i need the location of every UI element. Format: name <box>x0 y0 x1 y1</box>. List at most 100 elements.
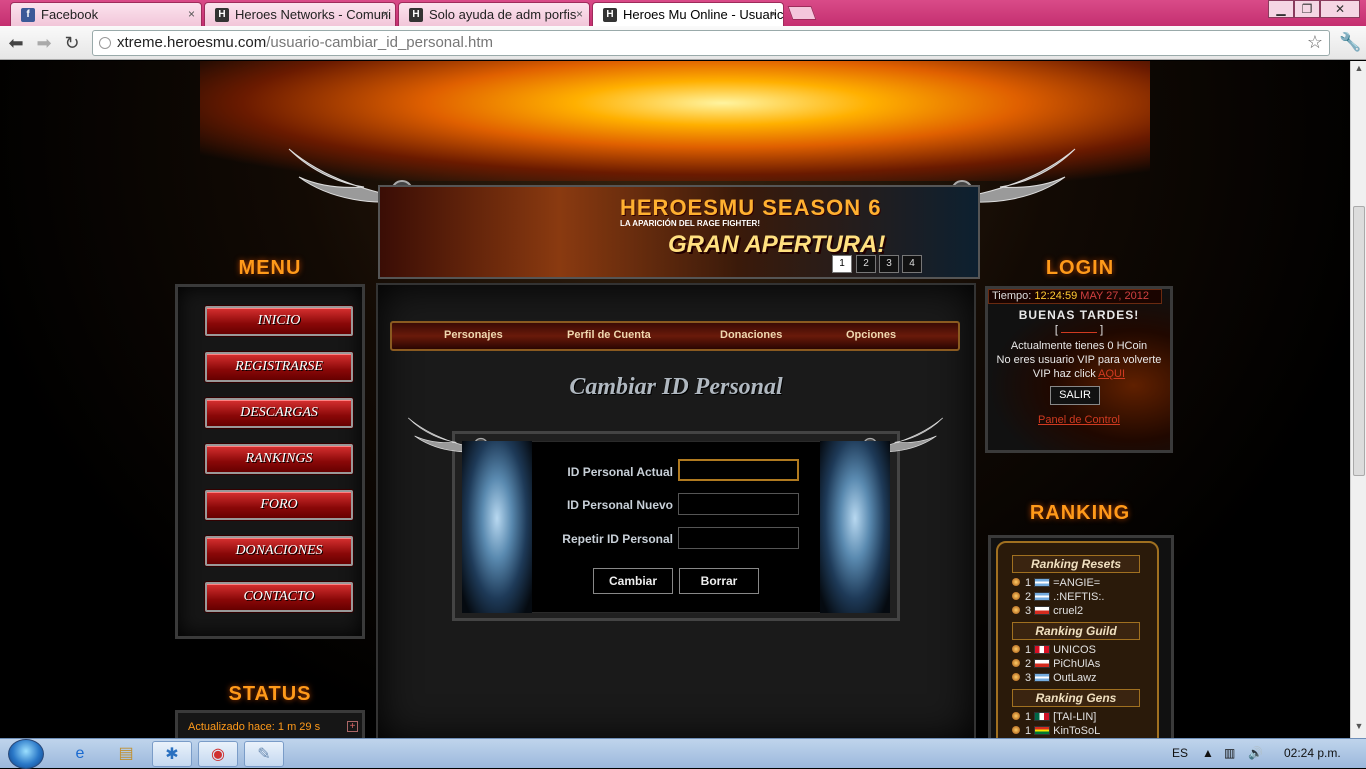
ranking-resets-row[interactable]: 3 cruel2 <box>1012 605 1083 618</box>
ranking-gens-row[interactable]: 1 [TAI-LIN] <box>1012 711 1096 724</box>
banner-headline: GRAN APERTURA! <box>668 231 886 258</box>
vip-aqui-link[interactable]: AQUI <box>1098 368 1125 380</box>
hcoin-text: Actualmente tienes 0 HCoin <box>1010 340 1148 352</box>
tab-facebook[interactable]: f Facebook × <box>10 2 202 26</box>
web-page: HEROESMU SEASON 6 LA APARICIÓN DEL RAGE … <box>0 61 1350 738</box>
status-title: STATUS <box>228 683 312 705</box>
status-updated-text: Actualizado hace: 1 m 29 s <box>188 721 321 733</box>
start-button[interactable] <box>8 739 44 769</box>
forward-arrow-icon[interactable]: ➡ <box>33 32 55 54</box>
flag-chile-icon <box>1034 659 1051 668</box>
windows-taskbar: e ▤ ✱ ◉ ✎ ES ▲ ▥ 🔊 02:24 p.m. <box>0 738 1366 769</box>
current-id-input[interactable] <box>678 459 799 481</box>
banner-page-1[interactable]: 1 <box>832 255 852 273</box>
page-scrollbar[interactable]: ▲ ▼ <box>1350 61 1366 738</box>
scroll-down-icon[interactable]: ▼ <box>1351 721 1366 735</box>
tab-label: Heroes Mu Online - Usuaric <box>623 7 784 22</box>
chrome-icon[interactable]: ◉ <box>198 741 238 767</box>
username-link[interactable] <box>1061 332 1097 333</box>
tab-heroes-networks[interactable]: H Heroes Networks - Comuni × <box>204 2 396 26</box>
ranking-guild-row[interactable]: 2 PiChUlAs <box>1012 658 1100 671</box>
flag-bolivia-icon <box>1034 726 1051 735</box>
menu-inicio-button[interactable]: INICIO <box>205 306 353 336</box>
bullet-icon <box>1012 606 1020 614</box>
cambiar-button[interactable]: Cambiar <box>593 568 673 594</box>
bullet-icon <box>1012 673 1020 681</box>
wrench-menu-icon[interactable]: 🔧 <box>1339 32 1361 53</box>
vip-text-line1: No eres usuario VIP para volverte <box>996 354 1162 366</box>
tab-label: Facebook <box>41 7 99 22</box>
flag-peru-icon <box>1034 645 1051 654</box>
new-id-input[interactable] <box>678 493 799 515</box>
server-time-bar: Tiempo: 12:24:59 MAY 27, 2012 <box>988 289 1162 304</box>
bullet-icon <box>1012 659 1020 667</box>
clock[interactable]: 02:24 p.m. <box>1284 746 1341 760</box>
banner-page-2[interactable]: 2 <box>856 255 876 273</box>
bullet-icon <box>1012 592 1020 600</box>
menu-contacto-button[interactable]: CONTACTO <box>205 582 353 612</box>
menu-registrarse-button[interactable]: REGISTRARSE <box>205 352 353 382</box>
status-expand-icon[interactable]: + <box>347 721 358 732</box>
paint-icon[interactable]: ✎ <box>244 741 284 767</box>
scroll-thumb[interactable] <box>1353 206 1365 476</box>
ranking-gens-row[interactable]: 1 KinToSoL <box>1012 725 1100 738</box>
url-host: xtreme.heroesmu.com <box>117 34 267 51</box>
explorer-folder-icon[interactable]: ▤ <box>106 741 146 767</box>
banner-page-4[interactable]: 4 <box>902 255 922 273</box>
date-value: MAY 27, 2012 <box>1080 290 1149 302</box>
current-id-label: ID Personal Actual <box>567 465 673 479</box>
flag-argentina-icon <box>1034 578 1051 587</box>
login-title: LOGIN <box>1045 257 1115 279</box>
menu-foro-button[interactable]: FORO <box>205 490 353 520</box>
ranking-guild-header: Ranking Guild <box>1012 622 1140 640</box>
tab-close-icon[interactable]: × <box>382 7 389 21</box>
nav-opciones-link[interactable]: Opciones <box>846 329 896 341</box>
salir-button[interactable]: SALIR <box>1050 386 1100 405</box>
back-arrow-icon[interactable]: ⬅ <box>5 32 27 54</box>
username-field: [ ] <box>985 324 1173 336</box>
banner-title: HEROESMU SEASON 6 <box>620 195 882 220</box>
ranking-guild-row[interactable]: 3 OutLawz <box>1012 672 1097 685</box>
menu-title: MENU <box>238 257 302 279</box>
nav-perfil-link[interactable]: Perfil de Cuenta <box>567 329 651 341</box>
nav-donaciones-link[interactable]: Donaciones <box>720 329 782 341</box>
bookmark-star-icon[interactable]: ☆ <box>1307 32 1323 53</box>
maximize-icon[interactable]: ❐ <box>1294 0 1320 18</box>
panel-control-link[interactable]: Panel de Control <box>985 414 1173 426</box>
minimize-icon[interactable]: ▁ <box>1268 0 1294 18</box>
tab-heroes-mu-online[interactable]: H Heroes Mu Online - Usuaric × <box>592 2 784 26</box>
network-app-icon[interactable]: ✱ <box>152 741 192 767</box>
bullet-icon <box>1012 712 1020 720</box>
ranking-guild-row[interactable]: 1 UNICOS <box>1012 644 1096 657</box>
volume-icon[interactable]: 🔊 <box>1248 746 1263 760</box>
internet-explorer-icon[interactable]: e <box>60 741 100 767</box>
scroll-up-icon[interactable]: ▲ <box>1351 63 1366 77</box>
window-close-icon[interactable]: ✕ <box>1320 0 1360 18</box>
tray-expand-icon[interactable]: ▲ <box>1202 746 1214 760</box>
left-menu-panel: INICIO REGISTRARSE DESCARGAS RANKINGS FO… <box>175 284 365 639</box>
ranking-resets-row[interactable]: 2 .:NEFTIS:. <box>1012 591 1104 604</box>
tab-close-icon[interactable]: × <box>770 7 777 21</box>
banner-page-3[interactable]: 3 <box>879 255 899 273</box>
heroes-favicon-icon: H <box>215 8 229 22</box>
network-tray-icon[interactable]: ▥ <box>1224 746 1235 760</box>
address-bar[interactable]: xtreme.heroesmu.com/usuario-cambiar_id_p… <box>92 30 1330 56</box>
flag-chile-icon <box>1034 606 1051 615</box>
promo-banner[interactable]: HEROESMU SEASON 6 LA APARICIÓN DEL RAGE … <box>378 185 980 279</box>
language-indicator[interactable]: ES <box>1172 746 1188 760</box>
reload-icon[interactable]: ↻ <box>61 32 83 54</box>
new-tab-button[interactable] <box>787 6 817 20</box>
repeat-id-input[interactable] <box>678 527 799 549</box>
menu-rankings-button[interactable]: RANKINGS <box>205 444 353 474</box>
menu-descargas-button[interactable]: DESCARGAS <box>205 398 353 428</box>
page-title: Cambiar ID Personal <box>569 374 783 400</box>
menu-donaciones-button[interactable]: DONACIONES <box>205 536 353 566</box>
facebook-favicon-icon: f <box>21 8 35 22</box>
borrar-button[interactable]: Borrar <box>679 568 759 594</box>
tab-solo-ayuda[interactable]: H Solo ayuda de adm porfis × <box>398 2 590 26</box>
tab-close-icon[interactable]: × <box>188 7 195 21</box>
tab-close-icon[interactable]: × <box>576 7 583 21</box>
nav-personajes-link[interactable]: Personajes <box>444 329 503 341</box>
ranking-resets-row[interactable]: 1 =ANGIE= <box>1012 577 1100 590</box>
new-id-label: ID Personal Nuevo <box>566 498 673 512</box>
